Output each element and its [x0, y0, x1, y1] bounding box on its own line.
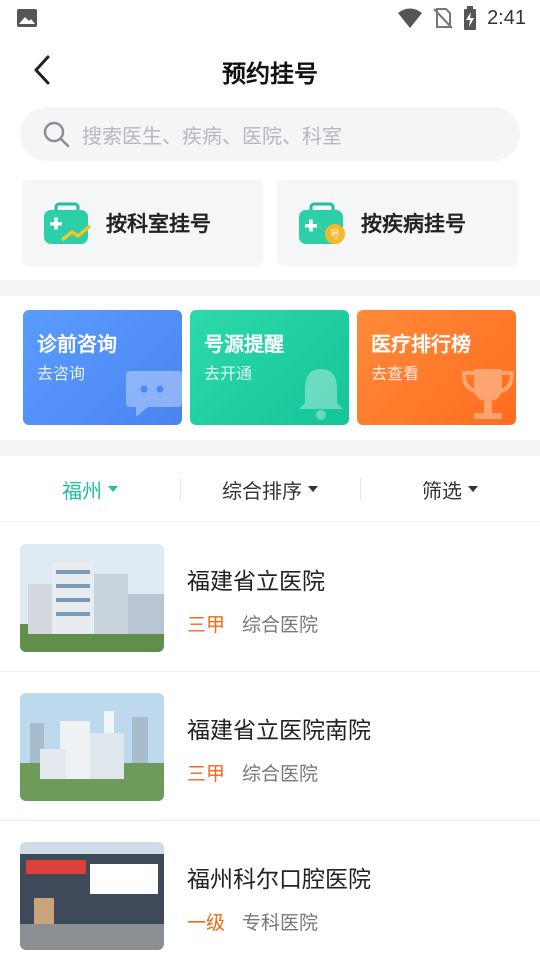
- chat-bubble-icon: [126, 371, 182, 417]
- pre-consultation-subtitle: 去咨询: [37, 364, 86, 383]
- filter-city-label: 福州: [62, 478, 102, 503]
- hospital-name: 福建省立医院: [187, 569, 325, 595]
- svg-text:号: 号: [330, 229, 340, 241]
- trophy-icon: [461, 369, 515, 419]
- hospital-type: 专科医院: [242, 912, 319, 934]
- hospital-name: 福州科尔口腔医院: [187, 867, 371, 893]
- slot-reminder-title: 号源提醒: [204, 332, 284, 356]
- filter-bar: 福州 综合排序 筛选: [0, 456, 540, 522]
- filter-screen-label: 筛选: [422, 478, 462, 503]
- register-by-department-card[interactable]: 按科室挂号: [22, 180, 263, 266]
- caret-down-icon: [308, 486, 318, 492]
- register-by-disease-label: 按疾病挂号: [361, 212, 466, 236]
- image-notification-icon: [17, 9, 37, 27]
- hospital-type: 综合医院: [242, 614, 319, 636]
- filter-sort[interactable]: 综合排序: [180, 456, 360, 522]
- hospital-type: 综合医院: [242, 763, 319, 785]
- app-header: 预约挂号: [0, 40, 540, 100]
- filter-screen[interactable]: 筛选: [360, 456, 540, 522]
- medical-ranking-subtitle: 去查看: [371, 364, 420, 383]
- no-sim-icon: [433, 8, 453, 29]
- filter-sort-label: 综合排序: [222, 478, 302, 503]
- hospital-list-item[interactable]: 福建省立医院南院 三甲 综合医院: [0, 673, 540, 821]
- department-kit-icon: [44, 202, 92, 244]
- page-title: 预约挂号: [222, 60, 318, 88]
- wifi-icon: [398, 8, 423, 28]
- medical-ranking-title: 医疗排行榜: [371, 332, 471, 356]
- hospital-level: 三甲: [187, 614, 226, 636]
- register-by-department-label: 按科室挂号: [106, 212, 211, 236]
- slot-reminder-subtitle: 去开通: [204, 364, 253, 383]
- search-bar[interactable]: 搜索医生、疾病、医院、科室: [20, 107, 520, 161]
- hospital-name: 福建省立医院南院: [187, 718, 371, 744]
- caret-down-icon: [108, 486, 118, 492]
- section-divider: [0, 440, 540, 456]
- hospital-list-item[interactable]: 福建省立医院 三甲 综合医院: [0, 524, 540, 672]
- slot-reminder-card[interactable]: 号源提醒 去开通: [190, 310, 349, 425]
- medical-ranking-card[interactable]: 医疗排行榜 去查看: [357, 310, 516, 425]
- status-bar: 2:41: [0, 0, 540, 36]
- disease-kit-icon: 号: [299, 202, 345, 244]
- caret-down-icon: [468, 486, 478, 492]
- pre-consultation-card[interactable]: 诊前咨询 去咨询: [23, 310, 182, 425]
- hospital-list-item[interactable]: 福州科尔口腔医院 一级 专科医院: [0, 822, 540, 960]
- filter-city[interactable]: 福州: [0, 456, 180, 522]
- search-icon: [43, 121, 70, 148]
- bell-icon: [299, 369, 343, 420]
- hospital-photo: [20, 842, 164, 950]
- hospital-photo: [20, 544, 164, 652]
- hospital-level: 三甲: [187, 763, 226, 785]
- hospital-level: 一级: [187, 912, 226, 934]
- register-by-disease-card[interactable]: 号 按疾病挂号: [277, 180, 518, 266]
- pre-consultation-title: 诊前咨询: [37, 332, 117, 356]
- section-divider: [0, 280, 540, 296]
- search-placeholder: 搜索医生、疾病、医院、科室: [82, 123, 342, 148]
- battery-charging-icon: [464, 6, 477, 30]
- hospital-photo: [20, 693, 164, 801]
- status-time: 2:41: [487, 6, 526, 29]
